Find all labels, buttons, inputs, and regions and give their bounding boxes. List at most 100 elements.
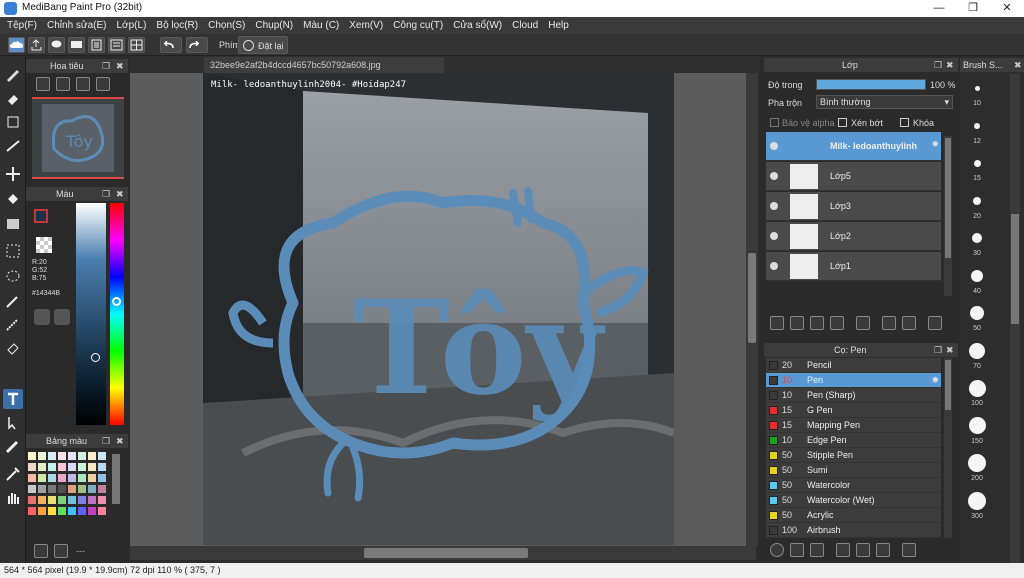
swatch-cell[interactable]: [88, 507, 96, 515]
swatch-cell[interactable]: [38, 474, 46, 482]
swatch-cell[interactable]: [28, 507, 36, 515]
menu-tools[interactable]: Công cụ(T): [393, 20, 443, 31]
menu-help[interactable]: Help: [548, 20, 569, 31]
brush-size-dot[interactable]: [972, 233, 982, 243]
grid-icon[interactable]: [128, 37, 145, 53]
visibility-eye-icon[interactable]: [770, 202, 778, 210]
brush-size-dot[interactable]: [969, 342, 985, 359]
horizontal-scroll-thumb[interactable]: [364, 548, 528, 558]
menu-cloud[interactable]: Cloud: [512, 20, 538, 31]
undock-icon[interactable]: ❐: [102, 187, 110, 201]
text-tool-icon[interactable]: [3, 389, 23, 409]
brush-size-dot[interactable]: [968, 379, 986, 397]
merge-layer-icon[interactable]: [902, 316, 916, 330]
undock-icon[interactable]: ❐: [934, 343, 942, 357]
close-panel-icon[interactable]: ✖: [116, 59, 124, 73]
navigator-thumbnail[interactable]: Tôy: [32, 97, 124, 179]
saturation-field[interactable]: [76, 203, 106, 425]
swatch-cell[interactable]: [78, 463, 86, 471]
brush-row[interactable]: 50 Watercolor: [766, 478, 941, 493]
swatch-cell[interactable]: [48, 496, 56, 504]
swatch-cell[interactable]: [28, 474, 36, 482]
swatch-cell[interactable]: [98, 452, 106, 460]
brush-row[interactable]: 100 Airbrush: [766, 523, 941, 538]
menu-color[interactable]: Màu (C): [303, 20, 339, 31]
swatch-cell[interactable]: [58, 452, 66, 460]
brush-size-scrollbar[interactable]: [1010, 74, 1020, 564]
menu-layer[interactable]: Lớp(L): [117, 20, 147, 31]
lock-checkbox[interactable]: [900, 118, 909, 127]
brush-properties-icon[interactable]: [836, 543, 850, 557]
menu-snap[interactable]: Chụp(N): [255, 20, 293, 31]
blend-select[interactable]: Bình thường ▾: [816, 95, 953, 109]
layer-scrollbar[interactable]: [944, 136, 952, 296]
page-icon[interactable]: [88, 37, 105, 53]
visibility-eye-icon[interactable]: [770, 172, 778, 180]
brush-size-dot[interactable]: [973, 159, 981, 167]
swatch-cell[interactable]: [48, 507, 56, 515]
swatch-cell[interactable]: [38, 507, 46, 515]
new-1bit-layer-icon[interactable]: [830, 316, 844, 330]
add-brush-icon[interactable]: [770, 543, 784, 557]
brush-size-dot[interactable]: [968, 454, 986, 472]
maximize-button[interactable]: ❐: [956, 0, 990, 17]
brush-scroll-thumb[interactable]: [945, 360, 951, 410]
alpha-protect-checkbox[interactable]: [770, 118, 779, 127]
swatch-cell[interactable]: [28, 496, 36, 504]
foreground-color-swatch[interactable]: [34, 209, 48, 223]
zoom-out-icon[interactable]: [56, 77, 70, 91]
actual-size-icon[interactable]: [96, 77, 110, 91]
menu-view[interactable]: Xem(V): [349, 20, 383, 31]
swatch-cell[interactable]: [78, 507, 86, 515]
swatch-cell[interactable]: [28, 485, 36, 493]
brush-size-dot[interactable]: [974, 85, 980, 91]
saturation-picker[interactable]: [91, 353, 100, 362]
eyedropper-icon[interactable]: [3, 464, 23, 484]
layer-row[interactable]: Lớp2: [766, 222, 941, 251]
dot-tool-icon[interactable]: [3, 112, 23, 132]
move-tool-icon[interactable]: [3, 164, 23, 184]
select-eraser-icon[interactable]: [3, 338, 23, 358]
swatch-cell[interactable]: [48, 474, 56, 482]
swatch-cell[interactable]: [58, 496, 66, 504]
layer-row[interactable]: Lớp5: [766, 162, 941, 191]
swatch-cell[interactable]: [58, 485, 66, 493]
undock-icon[interactable]: ❐: [934, 58, 942, 72]
list-icon[interactable]: [108, 37, 125, 53]
export-icon[interactable]: [28, 37, 45, 53]
brush-scrollbar[interactable]: [944, 358, 952, 538]
brush-size-dot[interactable]: [968, 417, 986, 434]
duplicate-brush-icon[interactable]: [876, 543, 890, 557]
swatch-cell[interactable]: [98, 463, 106, 471]
layer-row[interactable]: Lớp3: [766, 192, 941, 221]
brush-row[interactable]: 10 Edge Pen: [766, 433, 941, 448]
brush-row[interactable]: 50 Watercolor (Wet): [766, 493, 941, 508]
brush-row[interactable]: 50 Stipple Pen: [766, 448, 941, 463]
delete-layer-icon[interactable]: [928, 316, 942, 330]
swatch-cell[interactable]: [28, 463, 36, 471]
brush-size-dot[interactable]: [973, 196, 981, 205]
layer-row[interactable]: Milk- ledoanthuylinh ✹: [766, 132, 941, 161]
swatch-cell[interactable]: [78, 496, 86, 504]
document-tab[interactable]: 32bee9e2af2b4dccd4657bc50792a608.jpg: [204, 57, 444, 73]
zoom-in-icon[interactable]: [36, 77, 50, 91]
brush-size-scroll-thumb[interactable]: [1011, 214, 1019, 324]
swatch-cell[interactable]: [88, 474, 96, 482]
swatch-cell[interactable]: [68, 507, 76, 515]
brush-row[interactable]: 15 G Pen: [766, 403, 941, 418]
layer-settings-icon[interactable]: ✹: [931, 139, 939, 150]
brush-row[interactable]: 10 Pen (Sharp): [766, 388, 941, 403]
chat-icon[interactable]: [68, 37, 85, 53]
brush-row[interactable]: 20 Pencil: [766, 358, 941, 373]
swatch-cell[interactable]: [58, 474, 66, 482]
menu-file[interactable]: Tệp(F): [7, 20, 37, 31]
swatch-cell[interactable]: [78, 474, 86, 482]
fit-icon[interactable]: [76, 77, 90, 91]
brush-row[interactable]: 15 Mapping Pen: [766, 418, 941, 433]
swatch-cell[interactable]: [78, 452, 86, 460]
swatch-cell[interactable]: [68, 463, 76, 471]
blur-tool-icon[interactable]: [3, 436, 23, 456]
hand-tool-icon[interactable]: [3, 488, 23, 508]
undock-icon[interactable]: ❐: [102, 434, 110, 448]
undock-icon[interactable]: ❐: [102, 59, 110, 73]
